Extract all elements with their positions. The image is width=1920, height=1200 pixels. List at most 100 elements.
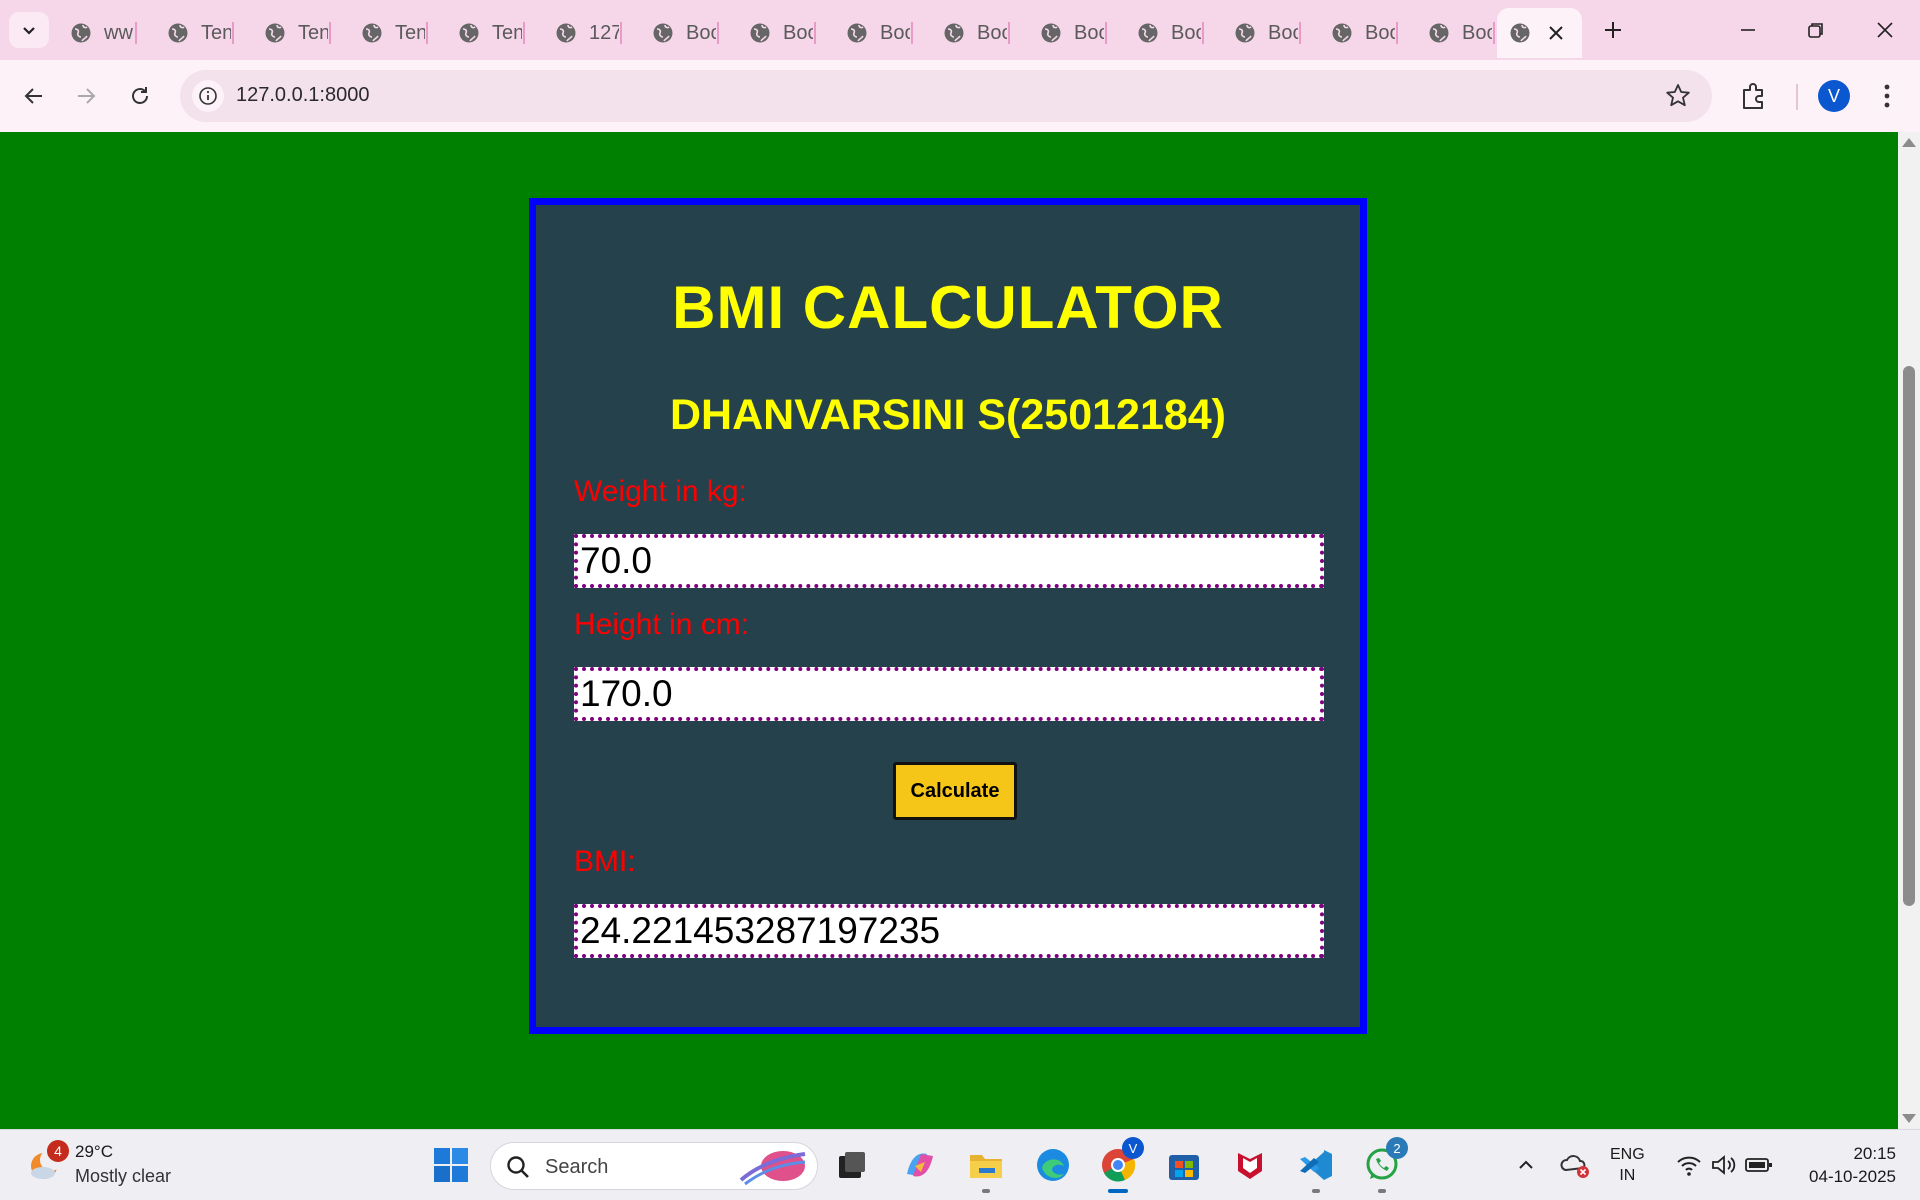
globe-icon xyxy=(265,23,285,43)
scroll-down-arrow-icon[interactable] xyxy=(1902,1114,1916,1123)
tab[interactable]: Boo xyxy=(1125,8,1204,58)
tab[interactable]: Boo xyxy=(1319,8,1398,58)
mcafee-app[interactable] xyxy=(1228,1143,1272,1187)
tab-separator xyxy=(328,22,331,44)
battery-tray[interactable] xyxy=(1744,1150,1774,1180)
weight-input[interactable]: 70.0 xyxy=(574,534,1324,588)
clock-date: 04-10-2025 xyxy=(1809,1167,1896,1186)
weather-alert-badge: 4 xyxy=(47,1140,69,1162)
tab[interactable]: 127 xyxy=(543,8,622,58)
copilot-app[interactable] xyxy=(898,1143,942,1187)
language-indicator[interactable]: ENG IN xyxy=(1610,1144,1645,1186)
forward-button[interactable] xyxy=(66,76,106,116)
scrollbar-thumb[interactable] xyxy=(1903,366,1915,906)
tab-active[interactable] xyxy=(1497,8,1582,58)
close-window-button[interactable] xyxy=(1857,10,1913,50)
height-input[interactable]: 170.0 xyxy=(574,667,1324,721)
vscode-app[interactable] xyxy=(1294,1143,1338,1193)
volume-tray[interactable] xyxy=(1708,1150,1738,1180)
minimize-button[interactable] xyxy=(1720,10,1776,50)
file-explorer-app[interactable] xyxy=(964,1143,1008,1193)
onedrive-tray[interactable] xyxy=(1560,1150,1590,1180)
search-highlight-art-icon xyxy=(739,1151,806,1186)
weather-temperature: 29°C xyxy=(75,1142,113,1161)
tab[interactable]: Ten xyxy=(349,8,428,58)
task-view-icon xyxy=(839,1152,865,1178)
taskbar-search[interactable]: Search xyxy=(490,1142,818,1190)
system-clock[interactable]: 20:15 04-10-2025 xyxy=(1792,1142,1896,1188)
tab-title: Boo xyxy=(783,21,813,44)
reload-button[interactable] xyxy=(120,76,160,116)
search-icon xyxy=(507,1156,529,1178)
edge-app[interactable] xyxy=(1031,1143,1075,1187)
globe-icon xyxy=(556,23,576,43)
extensions-icon[interactable] xyxy=(1735,78,1771,114)
scroll-up-arrow-icon[interactable] xyxy=(1902,138,1916,147)
copilot-icon xyxy=(907,1153,933,1177)
chrome-app[interactable]: V xyxy=(1096,1137,1144,1193)
tab[interactable]: Boo xyxy=(1028,8,1107,58)
bookmark-star-icon[interactable] xyxy=(1664,82,1692,110)
bmi-label: BMI: xyxy=(574,845,636,878)
tab-separator xyxy=(1201,22,1204,44)
globe-icon xyxy=(71,23,91,43)
tab-separator xyxy=(134,22,137,44)
tab[interactable]: Boo xyxy=(931,8,1010,58)
tab-title: ww xyxy=(104,21,133,44)
tab[interactable]: Boo xyxy=(1416,8,1495,58)
student-name: DHANVARSINI S(25012184) xyxy=(669,391,1227,439)
tab-separator xyxy=(1298,22,1301,44)
store-icon xyxy=(1169,1155,1199,1180)
wifi-tray[interactable] xyxy=(1674,1150,1704,1180)
start-button[interactable] xyxy=(429,1143,473,1187)
globe-icon xyxy=(1138,23,1158,43)
calculate-button[interactable]: Calculate xyxy=(893,762,1017,820)
close-tab-icon[interactable] xyxy=(1544,21,1568,45)
tab[interactable]: Boo xyxy=(640,8,719,58)
page-viewport: BMI CALCULATOR DHANVARSINI S(25012184) W… xyxy=(0,132,1898,1129)
tab-separator xyxy=(1395,22,1398,44)
url-text[interactable]: 127.0.0.1:8000 xyxy=(236,84,369,107)
tab[interactable]: Boo xyxy=(834,8,913,58)
chrome-profile-badge: V xyxy=(1122,1137,1144,1159)
back-button[interactable] xyxy=(14,76,54,116)
restore-button[interactable] xyxy=(1788,10,1844,50)
new-tab-button[interactable] xyxy=(1596,13,1630,47)
tab-separator xyxy=(1104,22,1107,44)
vscode-icon xyxy=(1300,1150,1332,1180)
show-hidden-icons-button[interactable] xyxy=(1511,1150,1541,1180)
tab[interactable]: Ten xyxy=(446,8,525,58)
task-view-button[interactable] xyxy=(830,1143,874,1187)
vertical-scrollbar[interactable] xyxy=(1898,132,1920,1129)
tab-title: Boo xyxy=(880,21,910,44)
microsoft-store-app[interactable] xyxy=(1162,1143,1206,1187)
region-code: IN xyxy=(1619,1167,1636,1184)
tab-title: Boo xyxy=(1462,21,1492,44)
minimize-icon xyxy=(1741,29,1755,31)
whatsapp-app[interactable]: 2 xyxy=(1360,1137,1408,1193)
bmi-calculator-card: BMI CALCULATOR DHANVARSINI S(25012184) W… xyxy=(529,198,1367,1034)
chevron-up-icon xyxy=(1519,1160,1533,1169)
tab-title: Boo xyxy=(1171,21,1201,44)
tab-title: Boo xyxy=(1074,21,1104,44)
tab[interactable]: Boo xyxy=(737,8,816,58)
more-menu-icon[interactable] xyxy=(1872,78,1902,114)
globe-icon xyxy=(944,23,964,43)
bmi-output[interactable]: 24.221453287197235 xyxy=(574,904,1324,958)
profile-avatar[interactable]: V xyxy=(1818,80,1850,112)
tab-separator xyxy=(425,22,428,44)
site-info-button[interactable] xyxy=(192,80,224,112)
tab-separator xyxy=(910,22,913,44)
tab[interactable]: Ten xyxy=(252,8,331,58)
tab[interactable]: Boo xyxy=(1222,8,1301,58)
tab-title: Ten xyxy=(492,21,522,44)
speaker-icon xyxy=(1712,1155,1736,1175)
wifi-icon xyxy=(1677,1156,1701,1176)
globe-icon xyxy=(168,23,188,43)
tab[interactable]: ww xyxy=(58,8,137,58)
tab-search-button[interactable] xyxy=(9,12,49,48)
tab[interactable]: Ten xyxy=(155,8,234,58)
globe-icon xyxy=(750,23,770,43)
tab-separator xyxy=(1492,22,1495,44)
address-bar[interactable]: 127.0.0.1:8000 xyxy=(180,70,1712,122)
